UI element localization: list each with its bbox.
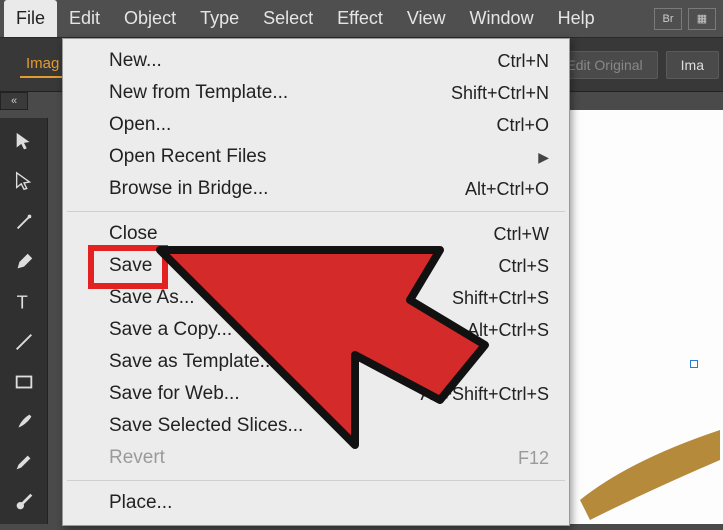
svg-text:T: T bbox=[17, 291, 28, 312]
menu-shortcut: Ctrl+N bbox=[497, 51, 549, 72]
menu-item-label: Save Selected Slices... bbox=[109, 415, 549, 437]
menu-item-label: Save bbox=[109, 255, 498, 277]
menu-file[interactable]: File bbox=[4, 0, 57, 37]
menu-item-save-selected-slices[interactable]: Save Selected Slices... bbox=[63, 410, 569, 442]
menu-item-save[interactable]: SaveCtrl+S bbox=[63, 250, 569, 282]
menu-shortcut: Ctrl+S bbox=[498, 256, 549, 277]
menu-shortcut: Shift+Ctrl+N bbox=[451, 83, 549, 104]
tool-panel: T bbox=[0, 118, 48, 524]
menu-item-label: New from Template... bbox=[109, 82, 451, 104]
image-trace-button[interactable]: Ima bbox=[666, 51, 719, 79]
menu-type[interactable]: Type bbox=[188, 0, 251, 37]
menu-item-save-as[interactable]: Save As...Shift+Ctrl+S bbox=[63, 282, 569, 314]
menu-item-label: Save as Template... bbox=[109, 351, 549, 373]
menu-select[interactable]: Select bbox=[251, 0, 325, 37]
menu-object[interactable]: Object bbox=[112, 0, 188, 37]
file-menu: New...Ctrl+NNew from Template...Shift+Ct… bbox=[62, 38, 570, 526]
menu-item-save-a-copy[interactable]: Save a Copy...Alt+Ctrl+S bbox=[63, 314, 569, 346]
line-tool[interactable] bbox=[0, 322, 48, 362]
submenu-arrow-icon: ▶ bbox=[538, 149, 549, 166]
menu-item-label: Save a Copy... bbox=[109, 319, 467, 341]
menu-item-open[interactable]: Open...Ctrl+O bbox=[63, 109, 569, 141]
menu-shortcut: Alt+Ctrl+O bbox=[465, 179, 549, 200]
menu-edit[interactable]: Edit bbox=[57, 0, 112, 37]
brush-tool[interactable] bbox=[0, 402, 48, 442]
menu-item-label: Save for Web... bbox=[109, 383, 420, 405]
menu-item-label: Close bbox=[109, 223, 494, 245]
menu-help[interactable]: Help bbox=[546, 0, 607, 37]
arrange-button[interactable]: ▦ bbox=[688, 8, 716, 30]
menu-item-label: Save As... bbox=[109, 287, 452, 309]
menu-item-browse-in-bridge[interactable]: Browse in Bridge...Alt+Ctrl+O bbox=[63, 173, 569, 205]
menu-item-label: New... bbox=[109, 50, 497, 72]
menu-item-new-from-template[interactable]: New from Template...Shift+Ctrl+N bbox=[63, 77, 569, 109]
menu-shortcut: Alt+Ctrl+S bbox=[467, 320, 549, 341]
selection-handle[interactable] bbox=[690, 360, 698, 368]
menu-item-open-recent-files[interactable]: Open Recent Files▶ bbox=[63, 141, 569, 173]
pencil-tool[interactable] bbox=[0, 442, 48, 482]
blob-brush-tool[interactable] bbox=[0, 482, 48, 522]
menu-item-revert: RevertF12 bbox=[63, 442, 569, 474]
menu-window[interactable]: Window bbox=[458, 0, 546, 37]
menu-item-label: Revert bbox=[109, 447, 518, 469]
menu-item-label: Place... bbox=[109, 492, 549, 514]
direct-selection-tool[interactable] bbox=[0, 162, 48, 202]
menu-shortcut: Alt+Shift+Ctrl+S bbox=[420, 384, 549, 405]
menu-shortcut: F12 bbox=[518, 448, 549, 469]
menu-shortcut: Ctrl+O bbox=[496, 115, 549, 136]
menubar: File Edit Object Type Select Effect View… bbox=[0, 0, 723, 38]
selection-tool[interactable] bbox=[0, 122, 48, 162]
menu-view[interactable]: View bbox=[395, 0, 458, 37]
menu-item-save-for-web[interactable]: Save for Web...Alt+Shift+Ctrl+S bbox=[63, 378, 569, 410]
menu-shortcut: Ctrl+W bbox=[494, 224, 550, 245]
canvas-area[interactable] bbox=[570, 110, 723, 524]
pen-tool[interactable] bbox=[0, 242, 48, 282]
bridge-button[interactable]: Br bbox=[654, 8, 682, 30]
menu-item-label: Open Recent Files bbox=[109, 146, 538, 168]
menu-item-label: Browse in Bridge... bbox=[109, 178, 465, 200]
rectangle-tool[interactable] bbox=[0, 362, 48, 402]
type-tool[interactable]: T bbox=[0, 282, 48, 322]
document-tab[interactable]: Imag bbox=[20, 51, 65, 78]
menu-item-new[interactable]: New...Ctrl+N bbox=[63, 45, 569, 77]
magic-wand-tool[interactable] bbox=[0, 202, 48, 242]
menu-item-save-as-template[interactable]: Save as Template... bbox=[63, 346, 569, 378]
sidebar-collapse[interactable]: « bbox=[0, 92, 28, 110]
artwork-shape bbox=[570, 410, 723, 530]
menu-effect[interactable]: Effect bbox=[325, 0, 395, 37]
menu-shortcut: Shift+Ctrl+S bbox=[452, 288, 549, 309]
menu-item-place[interactable]: Place... bbox=[63, 487, 569, 519]
menu-separator bbox=[67, 480, 565, 481]
menu-item-close[interactable]: CloseCtrl+W bbox=[63, 218, 569, 250]
menu-item-label: Open... bbox=[109, 114, 496, 136]
menu-separator bbox=[67, 211, 565, 212]
